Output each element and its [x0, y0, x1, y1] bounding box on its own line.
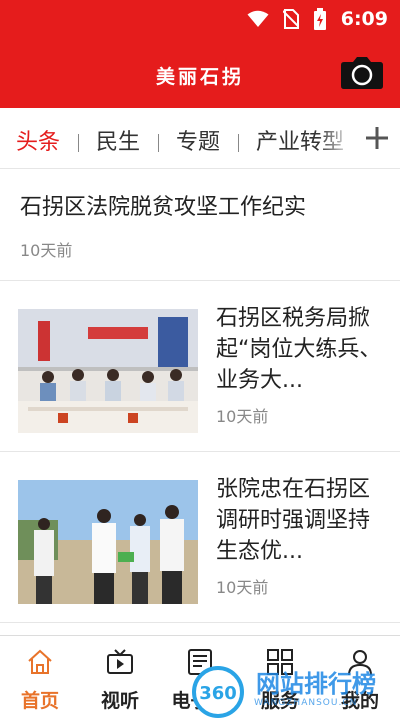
nav-label: 电子报 [171, 690, 229, 712]
nav-label: 视听 [100, 690, 139, 712]
tab-divider [238, 134, 239, 152]
nav-e-paper[interactable]: 电子报 [160, 636, 240, 720]
no-sim-icon [282, 9, 299, 29]
news-thumbnail [18, 480, 198, 604]
nav-label: 我的 [340, 690, 379, 712]
news-item[interactable]: 张院忠在石拐区调研时强调坚持生态优... 10天前 [0, 452, 400, 623]
news-item[interactable]: 石拐区税务局掀起“岗位大练兵、业务大... 10天前 [0, 281, 400, 452]
news-title: 石拐区法院脱贫攻坚工作纪实 [20, 195, 307, 220]
nav-video[interactable]: 视听 [80, 636, 160, 720]
grid-icon [267, 649, 293, 675]
tab-headlines[interactable]: 头条 [16, 124, 60, 156]
nav-profile[interactable]: 我的 [320, 636, 400, 720]
tab-livelihood[interactable]: 民生 [96, 124, 140, 156]
camera-button[interactable] [340, 54, 384, 90]
newspaper-icon [188, 649, 212, 675]
wifi-icon [247, 10, 269, 27]
camera-icon [341, 57, 383, 89]
app-header: 6:09 美丽石拐 [0, 0, 400, 108]
battery-charging-icon [313, 8, 326, 30]
bottom-nav: 首页 视听 电子报 服务 我的 [0, 635, 400, 720]
tab-topics[interactable]: 专题 [176, 124, 220, 156]
nav-label: 服务 [260, 690, 299, 712]
news-time: 10天前 [20, 241, 73, 260]
status-bar: 6:09 [0, 0, 400, 38]
tv-play-icon [107, 649, 133, 674]
news-thumbnail [18, 309, 198, 433]
news-item[interactable]: 石拐区法院脱贫攻坚工作纪实 10天前 [0, 169, 400, 281]
category-tabs: 头条 民生 专题 产业转型 [0, 108, 400, 169]
news-title: 张院忠在石拐区调研时强调坚持生态优... [216, 477, 371, 564]
news-title: 石拐区税务局掀起“岗位大练兵、业务大... [216, 306, 382, 393]
tab-divider [158, 134, 159, 152]
nav-home[interactable]: 首页 [0, 636, 80, 720]
status-time: 6:09 [340, 8, 388, 30]
plus-icon [366, 127, 388, 149]
news-time: 10天前 [216, 407, 269, 426]
add-tab-button[interactable] [354, 108, 400, 168]
nav-services[interactable]: 服务 [240, 636, 320, 720]
status-icons: 6:09 [247, 6, 388, 32]
nav-label: 首页 [20, 690, 59, 712]
news-time: 10天前 [216, 578, 269, 597]
user-icon [348, 650, 372, 676]
tabs-fade [318, 108, 354, 168]
tab-divider [78, 134, 79, 152]
home-icon [28, 649, 52, 674]
